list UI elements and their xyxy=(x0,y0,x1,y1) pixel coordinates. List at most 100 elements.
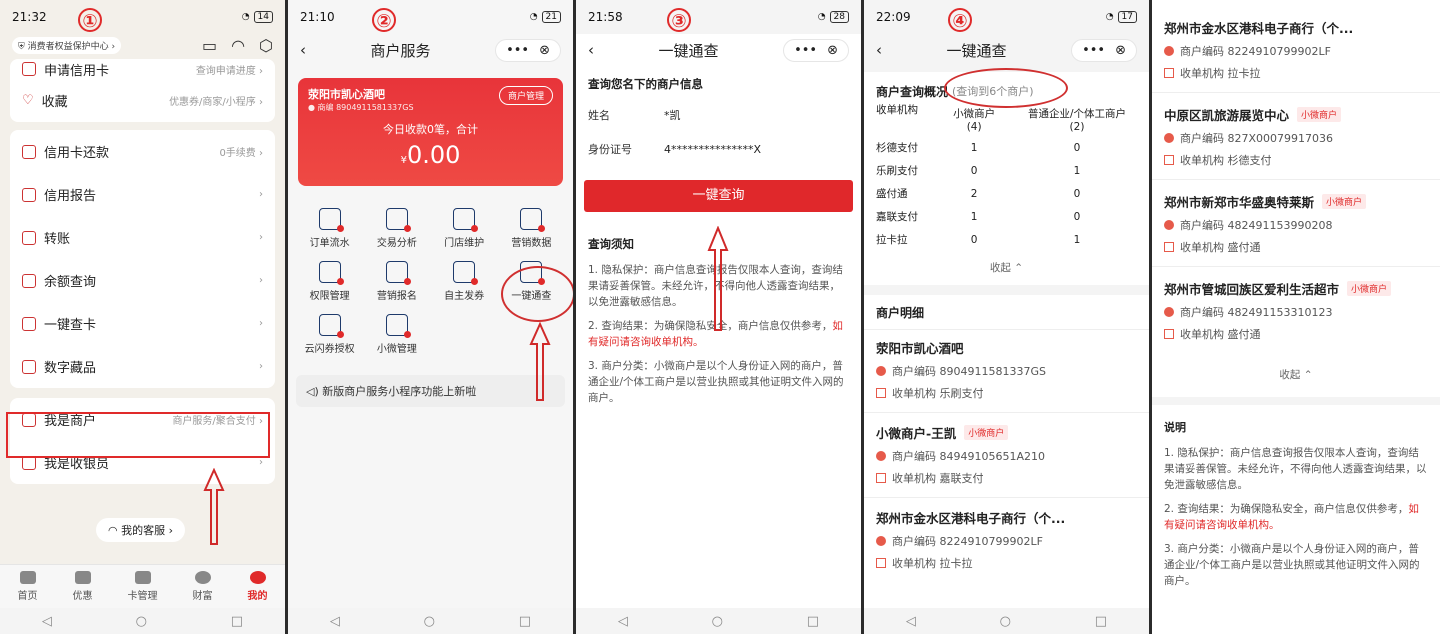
grid-label: 自主发券 xyxy=(444,291,485,302)
close-icon[interactable]: ⊗ xyxy=(1115,43,1126,58)
back-icon[interactable]: ◁ xyxy=(42,614,52,629)
merchant-org-row: 收单机构 拉卡拉 xyxy=(864,552,1149,574)
system-nav: ◁ ○ □ xyxy=(576,608,861,634)
message-icon[interactable]: ▭ xyxy=(202,36,217,55)
back-arrow-icon[interactable]: ‹ xyxy=(588,41,594,59)
tab-offers[interactable]: 优惠 xyxy=(73,571,93,602)
grid-item-marketing-data[interactable]: 营销数据 xyxy=(498,208,565,249)
close-icon[interactable]: ⊗ xyxy=(827,43,838,58)
grid-item-cloud-coupon[interactable]: 云闪券授权 xyxy=(296,314,363,355)
row-credit-repay[interactable]: 信用卡还款 0手续费 › xyxy=(10,130,275,173)
bank-icon xyxy=(876,473,886,483)
merchant-item[interactable]: 郑州市金水区港科电子商行（个... 商户编码 8224910799902LF 收… xyxy=(1152,14,1440,92)
consumer-protection-label: 消费者权益保护中心 xyxy=(27,42,109,52)
enterprise-cell: 0 xyxy=(1073,187,1081,200)
back-icon[interactable]: ◁ xyxy=(618,614,628,629)
merchant-code-row: 商户编码 84949105651A210 xyxy=(864,445,1149,467)
merchant-item[interactable]: 小微商户-王凯 小微商户 商户编码 84949105651A210 收单机构 嘉联… xyxy=(864,412,1149,489)
step-number: ② xyxy=(372,8,396,32)
merchant-name-row: 郑州市管城回族区爱利生活超市 小微商户 xyxy=(1152,275,1440,301)
recents-icon[interactable]: □ xyxy=(231,614,243,629)
bank-icon xyxy=(876,388,886,398)
overview-table: 收单机构 小微商户 (4) 普通企业/个体工商户 (2) 杉德支付 1 0 乐刷支付 0 1… xyxy=(864,102,1149,251)
tab-cards[interactable]: 卡管理 xyxy=(128,571,158,602)
search-card-icon xyxy=(22,316,36,331)
merchant-org: 收单机构 乐刷支付 xyxy=(892,387,984,400)
consumer-protection-link[interactable]: ⛨ 消费者权益保护中心 › xyxy=(12,37,122,54)
enterprise-cell: 1 xyxy=(1073,233,1081,246)
grid-item-micro-manage[interactable]: 小微管理 xyxy=(363,314,430,355)
back-icon[interactable]: ◁ xyxy=(906,614,916,629)
row-favorites[interactable]: ♡ 收藏 优惠券/商家/小程序 › xyxy=(10,79,275,122)
merchant-item[interactable]: 中原区凯旅游展览中心 小微商户 商户编码 827X00079917036 收单机构… xyxy=(1152,92,1440,179)
table-row: 杉德支付 1 0 xyxy=(864,136,1149,159)
tab-label: 首页 xyxy=(17,591,38,602)
tab-home[interactable]: 首页 xyxy=(18,571,38,602)
back-arrow-icon[interactable]: ‹ xyxy=(300,41,306,59)
shop-icon xyxy=(385,314,411,338)
tab-label: 优惠 xyxy=(72,591,93,602)
row-credit-report[interactable]: 信用报告 › xyxy=(10,173,275,216)
grid-item-analysis[interactable]: 交易分析 xyxy=(363,208,430,249)
notice-text: 新版商户服务小程序功能上新啦 xyxy=(322,385,477,398)
grid-item-permission[interactable]: 权限管理 xyxy=(296,261,363,302)
row-digital-collect[interactable]: 数字藏品 › xyxy=(10,345,275,388)
wealth-icon xyxy=(194,571,211,584)
row-balance[interactable]: 余额查询 › xyxy=(10,259,275,302)
headset-icon[interactable]: ◠ xyxy=(231,36,245,55)
grid-item-coupon[interactable]: 自主发券 xyxy=(431,261,498,302)
row-apply-card[interactable]: 申请信用卡 查询申请进度 › xyxy=(10,59,275,79)
customer-service-button[interactable]: ◠ 我的客服 › xyxy=(96,518,186,542)
merchant-manage-button[interactable]: 商户管理 xyxy=(498,86,553,105)
name-row: 姓名 *凯 xyxy=(576,98,861,132)
system-nav: ◁ ○ □ xyxy=(288,608,573,634)
capsule-menu: ••• ⊗ xyxy=(495,38,561,62)
close-icon[interactable]: ⊗ xyxy=(539,43,550,58)
back-arrow-icon[interactable]: ‹ xyxy=(876,41,882,59)
home-circle-icon[interactable]: ○ xyxy=(136,614,147,629)
row-card-check[interactable]: 一键查卡 › xyxy=(10,302,275,345)
status-bar: 22:09 ◔ 17 xyxy=(864,0,1149,34)
recents-icon[interactable]: □ xyxy=(1095,614,1107,629)
row-transfer[interactable]: 转账 › xyxy=(10,216,275,259)
screen-2: 21:10 ◔ 21 ② ‹ 商户服务 ••• ⊗ 荥阳市凯心酒吧 ● 商编 890… xyxy=(288,0,573,634)
tab-mine[interactable]: 我的 xyxy=(248,571,268,602)
up-arrow-icon xyxy=(203,468,225,545)
grid-item-orders[interactable]: 订单流水 xyxy=(296,208,363,249)
home-circle-icon[interactable]: ○ xyxy=(712,614,723,629)
more-icon[interactable]: ••• xyxy=(506,43,529,58)
tab-wealth[interactable]: 财富 xyxy=(193,571,213,602)
merchant-item[interactable]: 郑州市新郑市华盛奥特莱斯 小微商户 商户编码 482491153990208 收单… xyxy=(1152,179,1440,266)
grid-item-store[interactable]: 门店维护 xyxy=(431,208,498,249)
recents-icon[interactable]: □ xyxy=(519,614,531,629)
query-button[interactable]: 一键查询 xyxy=(584,180,853,212)
home-circle-icon[interactable]: ○ xyxy=(424,614,435,629)
merchant-item[interactable]: 郑州市金水区港科电子商行（个... 商户编码 8224910799902LF 收… xyxy=(864,497,1149,574)
settings-icon[interactable]: ⬡ xyxy=(259,36,273,55)
name-value: *凯 xyxy=(664,109,681,122)
collapse-button[interactable]: 收起 ⌃ xyxy=(1152,353,1440,397)
tab-label: 卡管理 xyxy=(127,591,158,602)
merchant-item[interactable]: 荥阳市凯心酒吧 商户编码 8904911581337GS 收单机构 乐刷支付 xyxy=(864,329,1149,404)
more-icon[interactable]: ••• xyxy=(794,43,817,58)
flash-icon xyxy=(318,314,344,338)
merchant-item[interactable]: 郑州市管城回族区爱利生活超市 小微商户 商户编码 482491153310123 … xyxy=(1152,266,1440,353)
gift-icon xyxy=(385,261,411,285)
merchant-name: 郑州市管城回族区爱利生活超市 xyxy=(1164,281,1340,297)
merchant-card: 荥阳市凯心酒吧 ● 商编 8904911581337GS 商户管理 今日收款0笔… xyxy=(298,78,563,186)
notice-bar[interactable]: ◁) 新版商户服务小程序功能上新啦 xyxy=(296,375,565,407)
micro-cell: 1 xyxy=(970,141,978,154)
recents-icon[interactable]: □ xyxy=(807,614,819,629)
back-icon[interactable]: ◁ xyxy=(330,614,340,629)
org-cell: 杉德支付 xyxy=(876,142,918,154)
home-circle-icon[interactable]: ○ xyxy=(1000,614,1011,629)
page-title: 一键通查 xyxy=(946,41,1007,60)
more-icon[interactable]: ••• xyxy=(1082,43,1105,58)
grid-item-signup[interactable]: 营销报名 xyxy=(363,261,430,302)
order-icon xyxy=(318,208,344,232)
wifi-icon: ◔ xyxy=(817,12,826,22)
page-title: 商户服务 xyxy=(370,41,431,60)
merchant-org-row: 收单机构 盛付通 xyxy=(1152,323,1440,345)
collapse-button[interactable]: 收起 ⌃ xyxy=(864,251,1149,285)
merchant-code-row: 商户编码 827X00079917036 xyxy=(1152,127,1440,149)
